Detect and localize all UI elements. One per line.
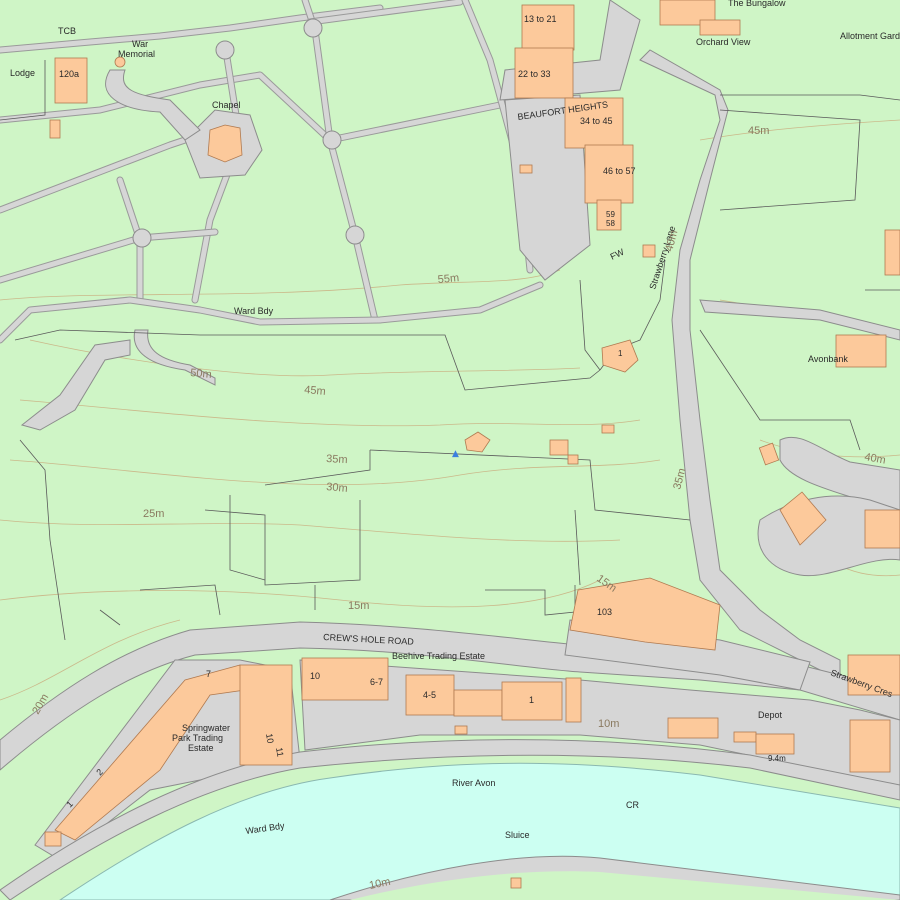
label-chapel: Chapel [212, 100, 241, 110]
label-tcb: TCB [58, 26, 76, 36]
map-canvas[interactable]: ▲ CREW'S HOLE ROAD BEAUFORT HEIGHTS Stra… [0, 0, 900, 900]
label-orchard-view: Orchard View [696, 37, 751, 47]
label-springwater-3: Estate [188, 743, 214, 753]
contour-45b: 45m [748, 125, 769, 137]
depot-building [667, 717, 719, 739]
contour-45: 45m [304, 384, 326, 398]
depot-shed [733, 731, 757, 743]
label-cr: CR [626, 800, 639, 810]
small-unit [44, 831, 62, 847]
num-10b: 10 [264, 733, 276, 745]
lane-shed [642, 244, 656, 258]
sluice-building [510, 877, 522, 889]
path-roundel [132, 228, 152, 248]
triangulation-icon: ▲ [452, 449, 459, 459]
small-building [549, 439, 569, 456]
label-allotment: Allotment Gard [840, 31, 900, 41]
building-13-21 [521, 4, 575, 51]
label-beehive: Beehive Trading Estate [392, 651, 485, 661]
num-4-5: 4-5 [423, 690, 436, 700]
label-the-bungalow: The Bungalow [728, 0, 786, 8]
num-34-45: 34 to 45 [580, 116, 613, 126]
num-6-7: 6-7 [370, 677, 383, 687]
num-7: 7 [206, 669, 211, 679]
num-59: 59 [606, 210, 615, 219]
chapel-building [207, 124, 243, 163]
contour-50: 50m [190, 367, 212, 381]
contour-10: 10m [598, 718, 619, 730]
path-roundel [303, 18, 323, 38]
path-roundel [215, 40, 235, 60]
label-springwater-2: Park Trading [172, 733, 223, 743]
spot-height-9-4: 9.4m [768, 754, 786, 763]
path-roundel [345, 225, 365, 245]
num-58: 58 [606, 219, 615, 228]
contour-35: 35m [326, 453, 348, 466]
label-depot: Depot [758, 710, 783, 720]
orchard-view-house [699, 19, 741, 36]
num-120a: 120a [59, 69, 79, 79]
os-map[interactable]: ▲ CREW'S HOLE ROAD BEAUFORT HEIGHTS Stra… [0, 0, 900, 900]
num-1-lane: 1 [618, 349, 623, 358]
num-11: 11 [274, 747, 285, 758]
contour-30: 30m [326, 481, 348, 495]
num-103: 103 [597, 607, 612, 617]
house-east [864, 509, 900, 549]
num-1-beehive: 1 [529, 695, 534, 705]
num-46-57: 46 to 57 [603, 166, 636, 176]
small-building [601, 424, 615, 434]
corner-building [849, 719, 891, 773]
contour-15: 15m [348, 600, 369, 612]
depot-shed [755, 733, 795, 755]
num-10: 10 [310, 671, 320, 681]
garage [519, 164, 533, 174]
narrow-building [565, 677, 582, 723]
num-22-33: 22 to 33 [518, 69, 551, 79]
label-sluice: Sluice [505, 830, 530, 840]
small-building [454, 725, 468, 735]
building-shed [49, 119, 61, 139]
label-avonbank: Avonbank [808, 354, 848, 364]
label-river-avon: River Avon [452, 778, 495, 788]
contour-55: 55m [437, 272, 459, 286]
label-springwater-1: Springwater [182, 723, 230, 733]
label-lodge: Lodge [10, 68, 35, 78]
east-building [884, 229, 900, 276]
contour-25: 25m [143, 508, 164, 520]
label-war: War [132, 39, 148, 49]
path-roundel [322, 130, 342, 150]
small-building [567, 454, 579, 465]
building-row [453, 689, 503, 717]
label-ward-bdy-1: Ward Bdy [234, 306, 274, 316]
label-memorial: Memorial [118, 49, 155, 59]
num-13-21: 13 to 21 [524, 14, 557, 24]
building-120a [54, 57, 88, 104]
